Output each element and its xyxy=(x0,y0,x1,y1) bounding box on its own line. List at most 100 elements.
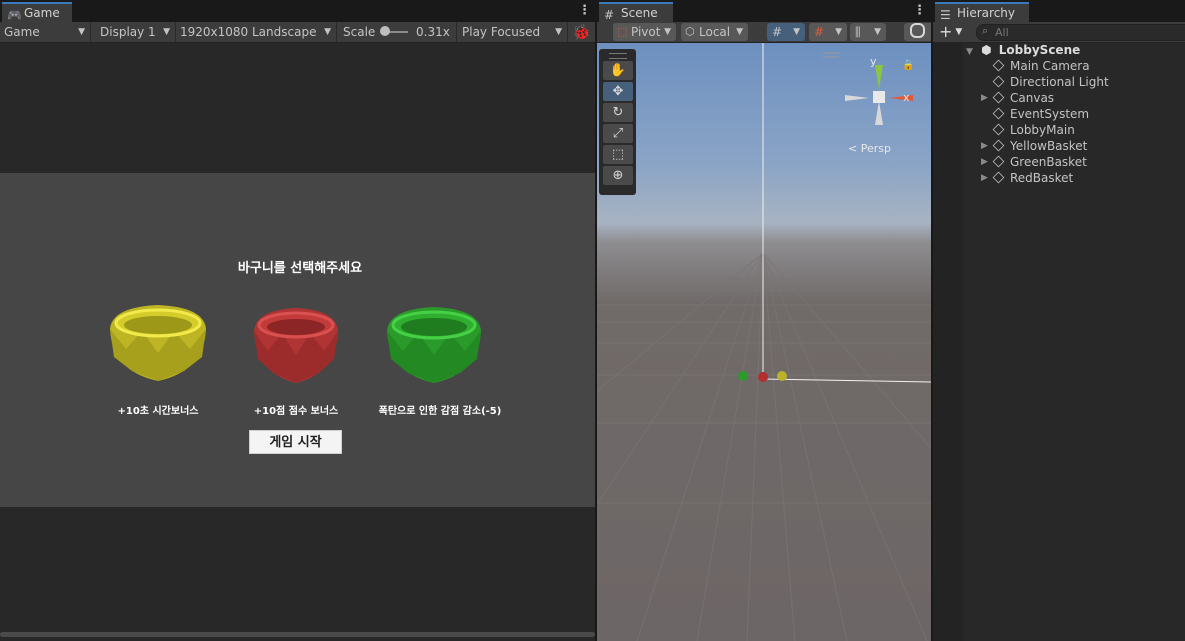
basket-green[interactable] xyxy=(384,303,484,387)
hierarchy-item-canvas[interactable]: Canvas xyxy=(992,90,1055,106)
gameobject-icon xyxy=(992,59,1005,72)
pivot-dropdown[interactable]: ⬚ Pivot ▼ xyxy=(613,23,676,41)
create-button[interactable]: + ▼ xyxy=(939,22,962,42)
grid-snap-button[interactable]: # ▼ xyxy=(767,23,805,41)
hierarchy-item-label: RedBasket xyxy=(1010,171,1074,185)
start-game-button[interactable]: 게임 시작 xyxy=(249,430,342,454)
game-toolbar: Game ▼ Display 1 ▼ 1920x1080 Landscape ▼… xyxy=(0,22,595,43)
chevron-down-icon: ▼ xyxy=(163,27,170,37)
hierarchy-search-input[interactable]: ⌕ All xyxy=(976,24,1185,41)
tab-game-label: Game xyxy=(24,6,60,20)
gameobject-icon xyxy=(992,155,1005,168)
scene-name: LobbyScene xyxy=(998,43,1081,57)
collapse-arrow-icon: ▼ xyxy=(966,47,973,57)
scale-tool-icon[interactable]: ⤢ xyxy=(603,124,633,143)
hierarchy-item-yellowbasket[interactable]: YellowBasket xyxy=(992,138,1088,154)
plus-icon: + xyxy=(939,22,953,41)
unity-scene-icon: ⬢ xyxy=(981,43,992,57)
scene-tabbar: # Scene ⋮ xyxy=(597,0,931,22)
tab-hierarchy[interactable]: ☰ Hierarchy xyxy=(935,2,1029,22)
resolution-dropdown[interactable]: 1920x1080 Landscape ▼ xyxy=(176,22,337,42)
chevron-down-icon: ▼ xyxy=(555,27,562,37)
basket-red[interactable] xyxy=(251,305,341,387)
gameobject-icon xyxy=(992,107,1005,120)
basket-yellow[interactable] xyxy=(106,301,210,385)
move-tool-icon[interactable]: ✥ xyxy=(603,82,633,101)
hierarchy-item-label: YellowBasket xyxy=(1010,139,1088,153)
expand-arrow-icon[interactable]: ▶ xyxy=(981,141,988,151)
snap-increment-button[interactable]: # ▼ xyxy=(809,23,847,41)
hand-tool-icon[interactable]: ✋ xyxy=(603,61,633,80)
space-label: Local xyxy=(699,25,731,39)
tab-scene[interactable]: # Scene xyxy=(599,2,673,22)
gizmo-x-label: x xyxy=(903,91,910,104)
search-placeholder: All xyxy=(995,26,1009,39)
game-tabbar: 🎮 Game ⋮ xyxy=(0,0,595,22)
gameobject-icon xyxy=(992,91,1005,104)
scale-value: 0.31x xyxy=(416,25,450,39)
scene-viewport[interactable]: ✋ ✥ ↻ ⤢ ⬚ ⊕ y x 🔒 < Persp xyxy=(597,43,931,641)
expand-arrow-icon[interactable]: ▶ xyxy=(981,157,988,167)
display-dropdown[interactable]: Display 1 ▼ xyxy=(92,22,176,42)
game-title: 바구니를 선택해주세요 xyxy=(237,261,363,276)
play-mode-dropdown[interactable]: Play Focused ▼ xyxy=(458,22,568,42)
hierarchy-panel: ☰ Hierarchy + ▼ ⌕ All ▼ ⬢ LobbyScene Main… xyxy=(933,0,1185,641)
tool-palette: ✋ ✥ ↻ ⤢ ⬚ ⊕ xyxy=(599,49,636,195)
chevron-down-icon: ▼ xyxy=(793,27,800,37)
tab-scene-label: Scene xyxy=(621,6,658,20)
projection-label[interactable]: < Persp xyxy=(848,142,891,155)
scale-slider-thumb[interactable] xyxy=(380,26,390,36)
rotate-tool-icon[interactable]: ↻ xyxy=(603,103,633,122)
cube-space-icon: ⬡ xyxy=(685,25,695,38)
search-icon: ⌕ xyxy=(982,24,989,37)
resolution-value: 1920x1080 Landscape xyxy=(180,25,317,39)
tab-game[interactable]: 🎮 Game xyxy=(2,2,72,22)
gameobject-icon xyxy=(992,123,1005,136)
space-dropdown[interactable]: ⬡ Local ▼ xyxy=(681,23,748,41)
expand-arrow-icon[interactable]: ▶ xyxy=(981,173,988,183)
scale-label: Scale xyxy=(343,25,376,39)
increment-snap-button[interactable]: ⫼ ▼ xyxy=(850,23,886,41)
play-mode-value: Play Focused xyxy=(462,25,541,39)
hierarchy-gutter xyxy=(933,43,963,641)
hierarchy-item-label: EventSystem xyxy=(1010,107,1090,121)
lock-icon[interactable]: 🔒 xyxy=(902,60,914,71)
hierarchy-item-greenbasket[interactable]: GreenBasket xyxy=(992,154,1087,170)
chevron-down-icon: ▼ xyxy=(78,27,85,37)
hierarchy-item-lobbymain[interactable]: LobbyMain xyxy=(992,122,1075,138)
game-panel: 🎮 Game ⋮ Game ▼ Display 1 ▼ 1920x1080 La… xyxy=(0,0,595,641)
view-mode-dropdown[interactable]: Game ▼ xyxy=(0,22,91,42)
palette-drag-handle[interactable] xyxy=(609,53,627,59)
hierarchy-item-label: Canvas xyxy=(1010,91,1055,105)
scene-root-item[interactable]: ▼ ⬢ LobbyScene xyxy=(966,42,1080,58)
pivot-icon: ⬚ xyxy=(617,25,628,38)
chevron-down-icon: ▼ xyxy=(955,27,963,37)
gameobject-icon xyxy=(992,139,1005,152)
transform-tool-icon[interactable]: ⊕ xyxy=(603,166,633,185)
rect-tool-icon[interactable]: ⬚ xyxy=(603,145,633,164)
chevron-down-icon: ▼ xyxy=(664,27,671,37)
scene-menu-kebab-icon[interactable]: ⋮ xyxy=(913,3,926,18)
hierarchy-tree: ▼ ⬢ LobbyScene Main Camera Directional L… xyxy=(933,43,1185,641)
chevron-down-icon: ▼ xyxy=(874,27,881,37)
expand-arrow-icon[interactable]: ▶ xyxy=(981,93,988,103)
view-mode-value: Game xyxy=(4,25,40,39)
draw-mode-button[interactable] xyxy=(904,23,931,41)
game-horizontal-scrollbar[interactable] xyxy=(0,632,595,637)
hierarchy-item-label: LobbyMain xyxy=(1010,123,1075,137)
hierarchy-item-redbasket[interactable]: RedBasket xyxy=(992,170,1074,186)
hierarchy-item-directional-light[interactable]: Directional Light xyxy=(992,74,1109,90)
snap-grid-icon: # xyxy=(814,25,825,39)
gameobject-icon xyxy=(992,171,1005,184)
hierarchy-item-label: Directional Light xyxy=(1010,75,1109,89)
scene-panel: # Scene ⋮ ⬚ Pivot ▼ ⬡ Local ▼ # ▼ # ▼ ⫼ … xyxy=(597,0,931,641)
tab-hierarchy-label: Hierarchy xyxy=(957,6,1016,20)
hierarchy-item-eventsystem[interactable]: EventSystem xyxy=(992,106,1090,122)
sphere-icon xyxy=(910,23,925,38)
hierarchy-tabbar: ☰ Hierarchy xyxy=(933,0,1185,22)
game-menu-kebab-icon[interactable]: ⋮ xyxy=(578,3,591,18)
hierarchy-item-main-camera[interactable]: Main Camera xyxy=(992,58,1090,74)
display-value: Display 1 xyxy=(100,25,156,39)
bug-icon[interactable]: 🐞 xyxy=(569,22,595,42)
gizmo-y-label: y xyxy=(870,55,877,68)
